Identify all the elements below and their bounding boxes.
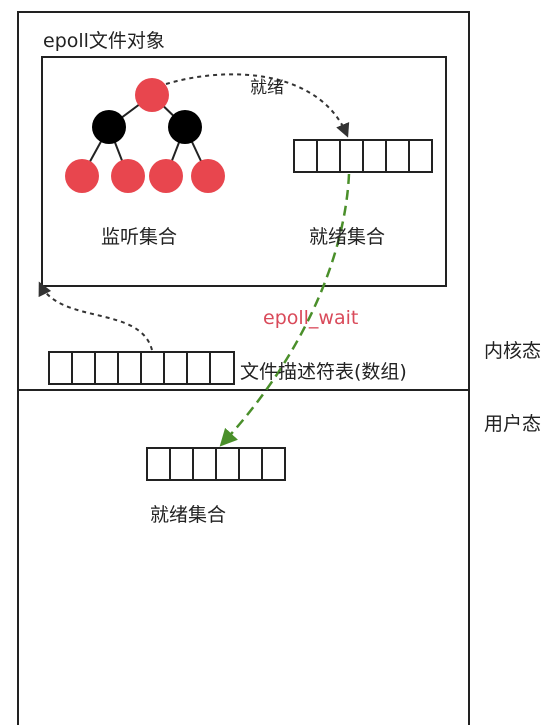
kernel-space-box bbox=[17, 11, 470, 391]
kernel-ready-list-label: 就绪集合 bbox=[309, 226, 386, 248]
kernel-mode-label: 内核态 bbox=[484, 340, 542, 362]
kernel-ready-array bbox=[293, 139, 433, 173]
user-mode-label: 用户态 bbox=[484, 413, 542, 435]
rbtree-leaf-node bbox=[149, 159, 183, 193]
rbtree-left-node bbox=[92, 110, 126, 144]
rbtree-right-node bbox=[168, 110, 202, 144]
epoll-wait-label: epoll_wait bbox=[263, 307, 359, 329]
ready-arrow-label: 就绪 bbox=[250, 78, 284, 98]
epoll-diagram: epoll文件对象 就绪 监听集合 就绪集合 epoll_wait 文件描述符表… bbox=[0, 0, 560, 725]
user-ready-list-label: 就绪集合 bbox=[150, 504, 227, 526]
rbtree-root-node bbox=[135, 78, 169, 112]
rbtree-leaf-node bbox=[111, 159, 145, 193]
fd-table-label: 文件描述符表(数组) bbox=[240, 361, 407, 383]
user-space-box bbox=[17, 389, 470, 725]
rbtree-leaf-node bbox=[191, 159, 225, 193]
epoll-object-title: epoll文件对象 bbox=[43, 30, 165, 52]
rbtree-leaf-node bbox=[65, 159, 99, 193]
fd-table-array bbox=[48, 351, 235, 385]
fd-dashed-arrow bbox=[38, 281, 153, 351]
rbtree-label: 监听集合 bbox=[101, 226, 178, 248]
user-ready-array bbox=[146, 447, 286, 481]
